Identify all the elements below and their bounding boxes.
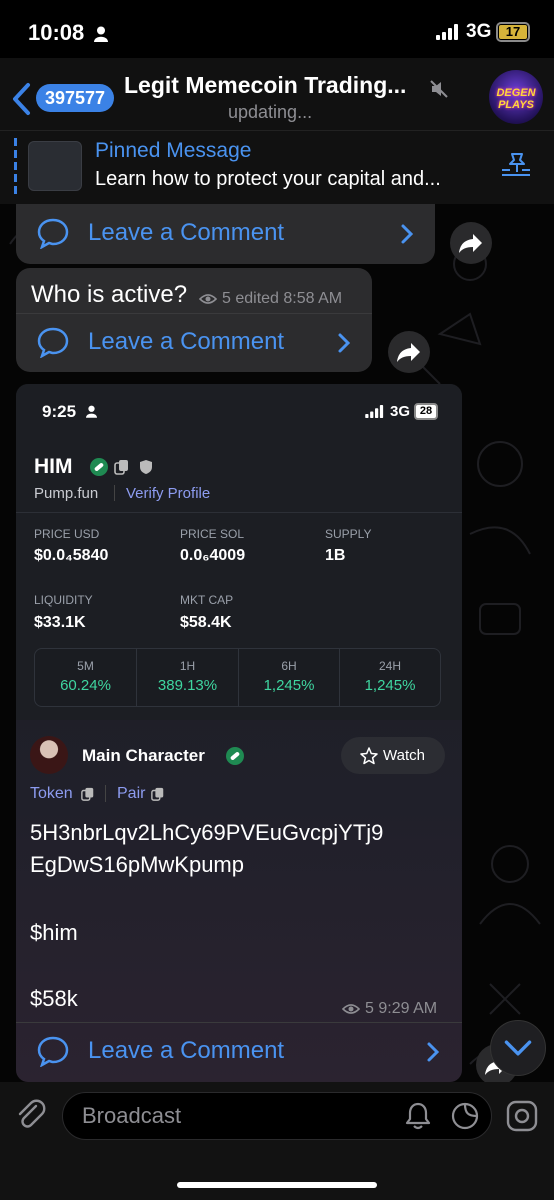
message-time: 9:29 AM: [378, 1000, 438, 1017]
verify-profile-link[interactable]: Verify Profile: [126, 485, 210, 502]
watch-label: Watch: [383, 747, 425, 764]
change-value: 60.24%: [60, 677, 111, 694]
pinned-preview: Learn how to protect your capital and...: [95, 168, 441, 190]
message-meta: 5 9:29 AM: [365, 1000, 437, 1018]
unread-count-badge[interactable]: 397577: [36, 84, 115, 112]
post-mcap: $58k: [30, 986, 78, 1011]
scroll-down-button[interactable]: [490, 1020, 546, 1076]
attach-paperclip-icon[interactable]: [14, 1098, 48, 1132]
star-icon: [360, 747, 378, 765]
network-label: 3G: [466, 21, 492, 42]
signal-icon: [365, 405, 384, 418]
pinned-message-bar[interactable]: [0, 130, 554, 204]
change-value: 1,245%: [364, 677, 416, 694]
forward-button[interactable]: [450, 222, 492, 264]
copy-icon[interactable]: [151, 787, 165, 801]
copy-icon[interactable]: [81, 787, 95, 801]
user-avatar[interactable]: [30, 736, 68, 774]
views-eye-icon: [342, 1004, 360, 1014]
message-time: 8:58 AM: [283, 290, 343, 307]
post-ticker: $him: [30, 920, 78, 945]
shot-battery: 28: [414, 403, 438, 420]
message-meta: 5 edited 8:58 AM: [222, 290, 342, 308]
card-divider: [16, 512, 462, 513]
chat-status: updating...: [228, 102, 313, 122]
comment-bubble-icon: [37, 327, 69, 358]
leave-comment-label: Leave a Comment: [88, 1037, 285, 1064]
battery-level: 17: [499, 25, 527, 39]
shot-status-time: 9:25: [42, 402, 77, 421]
avatar-logo-text: DEGEN PLAYS: [496, 87, 536, 111]
home-indicator: [177, 1182, 377, 1188]
stat-value: 1B: [325, 547, 346, 564]
chevron-down-icon: [504, 1040, 532, 1056]
change-period: 6H: [281, 659, 297, 673]
person-icon: [94, 26, 108, 42]
post-address-line: 5H3nbrLqv2LhCy69PVEuGvcpjYTj9: [30, 820, 384, 845]
comment-bubble-icon: [37, 1036, 69, 1067]
chevron-right-icon: [338, 333, 351, 353]
leave-comment-label: Leave a Comment: [88, 219, 285, 246]
stat-value: 0.0₆4009: [180, 547, 246, 564]
message-input-placeholder: Broadcast: [82, 1103, 182, 1128]
verified-pill-icon: [226, 747, 244, 765]
user-name[interactable]: Main Character: [82, 746, 205, 766]
copy-icon[interactable]: [114, 459, 130, 475]
token-pair-divider: [105, 785, 106, 802]
stat-label: SUPPLY: [325, 527, 372, 541]
post-address-line: EgDwS16pMwKpump: [30, 852, 244, 877]
edited-label: edited: [235, 290, 279, 307]
chat-title[interactable]: Legit Memecoin Trading...: [124, 72, 406, 99]
change-period: 1H: [179, 659, 196, 673]
stat-label: LIQUIDITY: [34, 593, 93, 607]
change-period: 24H: [378, 659, 401, 673]
shot-network: 3G: [390, 403, 411, 420]
pinned-thumbnail: [28, 141, 82, 191]
verified-pill-icon: [90, 458, 108, 476]
stat-value: $33.1K: [34, 614, 86, 631]
battery-icon: 17: [496, 22, 530, 42]
forward-arrow-icon: [397, 343, 420, 362]
forward-button[interactable]: [388, 331, 430, 373]
platform-label: Pump.fun: [34, 485, 99, 502]
token-link[interactable]: Token: [30, 785, 73, 803]
stat-value: $58.4K: [180, 614, 232, 631]
platform-divider: [114, 485, 115, 501]
muted-icon: [430, 80, 448, 98]
forward-arrow-icon: [459, 234, 482, 253]
person-icon: [86, 405, 97, 418]
stat-label: PRICE USD: [34, 527, 100, 541]
channel-avatar[interactable]: DEGEN PLAYS: [489, 70, 543, 124]
status-time: 10:08: [28, 20, 85, 45]
stat-label: MKT CAP: [180, 593, 234, 607]
stat-label: PRICE SOL: [180, 527, 245, 541]
shield-icon: [140, 460, 152, 474]
views-count: 5: [222, 290, 231, 307]
stat-value: $0.0₄5840: [34, 547, 109, 564]
change-period: 5M: [77, 659, 94, 673]
back-chevron-icon[interactable]: [10, 82, 34, 116]
comment-bubble-icon: [37, 218, 69, 249]
token-name: HIM: [34, 455, 73, 478]
chevron-right-icon: [427, 1042, 440, 1062]
views-eye-icon: [199, 294, 217, 304]
pair-link[interactable]: Pair: [117, 785, 145, 803]
bell-icon[interactable]: [404, 1101, 432, 1131]
signal-icon: [436, 24, 458, 40]
pin-list-icon[interactable]: [500, 152, 532, 180]
sticker-clock-icon[interactable]: [450, 1101, 480, 1131]
pinned-indicator: [14, 138, 17, 196]
views-count: 5: [365, 1000, 374, 1017]
camera-icon[interactable]: [505, 1099, 539, 1133]
pinned-title: Pinned Message: [95, 139, 252, 162]
change-value: 1,245%: [263, 677, 315, 694]
chevron-right-icon: [401, 224, 414, 244]
message-text: Who is active?: [31, 281, 188, 308]
change-value: 389.13%: [157, 677, 218, 694]
leave-comment-label: Leave a Comment: [88, 328, 285, 355]
